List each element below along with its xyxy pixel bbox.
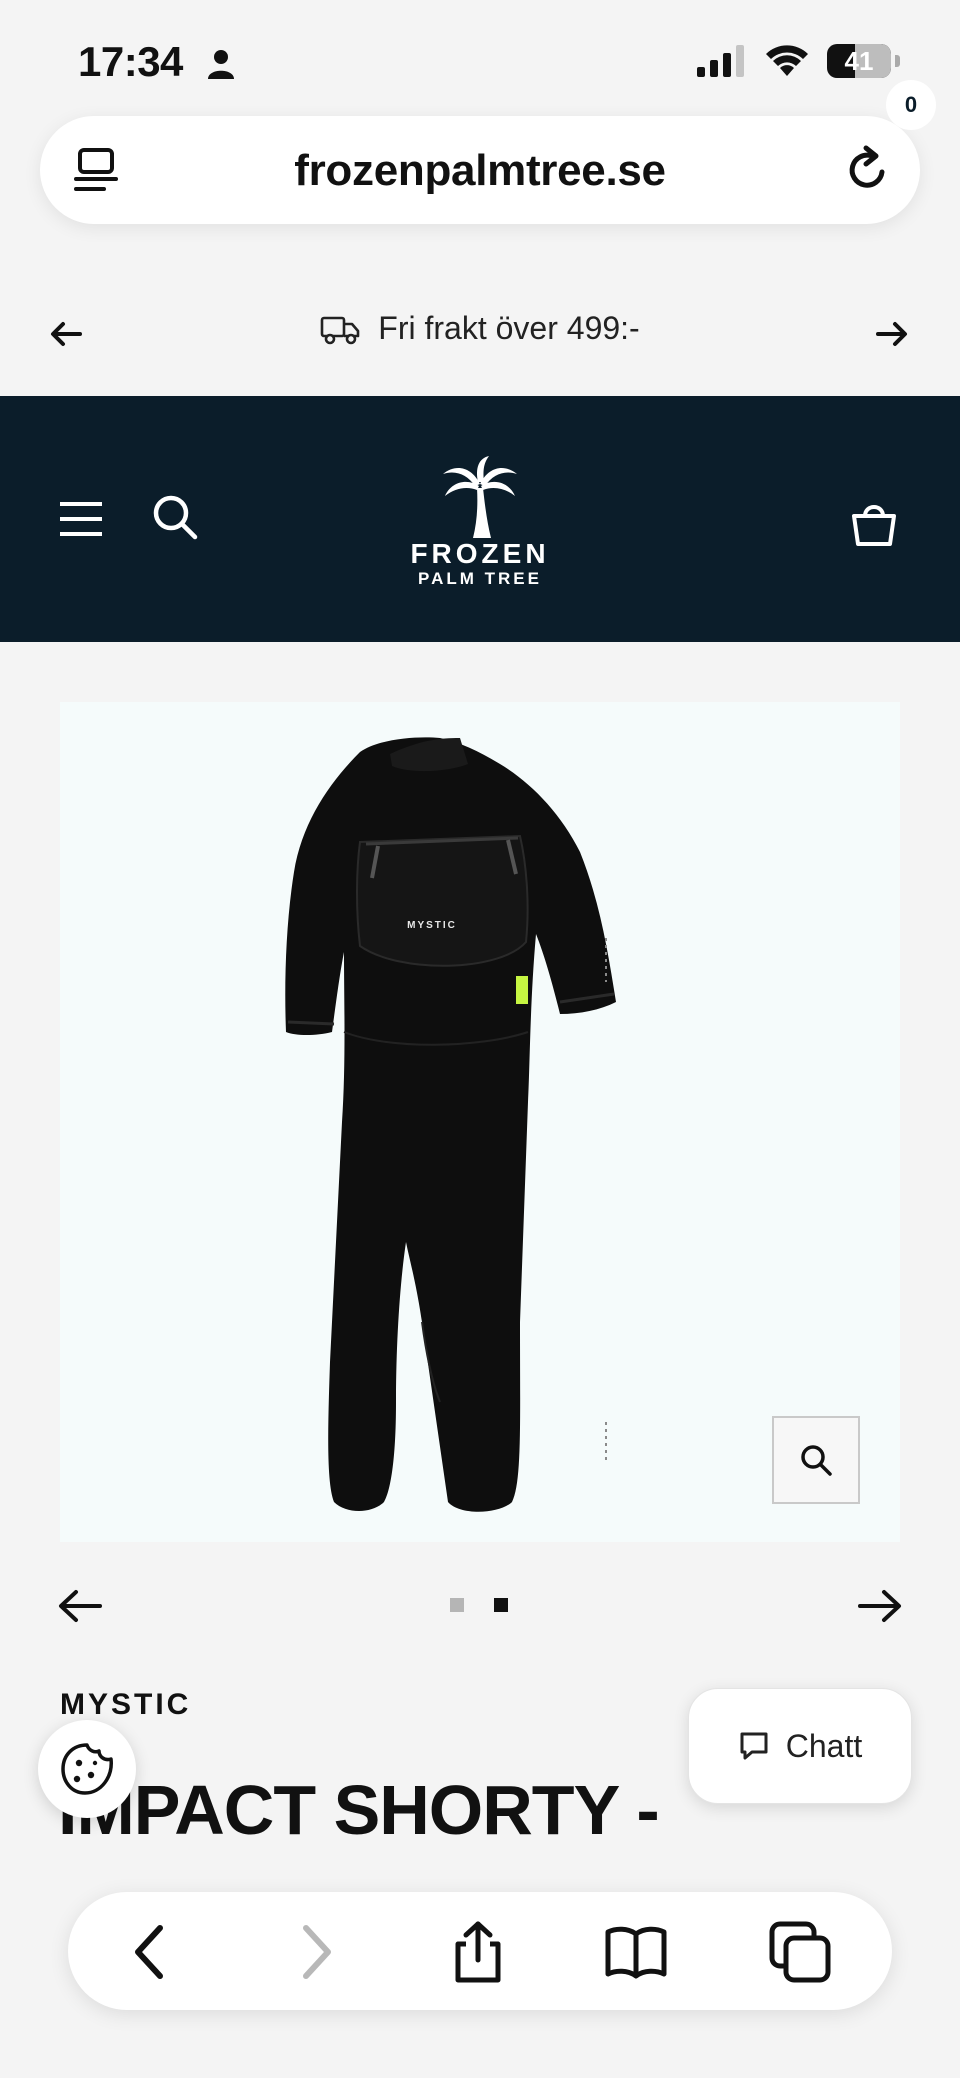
back-icon[interactable] bbox=[120, 1920, 184, 1984]
reload-icon[interactable] bbox=[842, 144, 894, 196]
battery-indicator: 41 bbox=[827, 44, 891, 78]
cart-icon[interactable] bbox=[848, 496, 900, 548]
gallery-prev-button[interactable] bbox=[56, 1586, 104, 1626]
site-logo[interactable]: FROZEN PALM TREE bbox=[380, 456, 580, 588]
gallery-next-button[interactable] bbox=[856, 1586, 904, 1626]
gallery-dot-active[interactable] bbox=[494, 1598, 508, 1612]
chat-button[interactable]: Chatt bbox=[688, 1688, 912, 1804]
gallery-dots bbox=[450, 1598, 508, 1612]
announcement-text: Fri frakt över 499:- bbox=[378, 310, 640, 346]
gallery-dot[interactable] bbox=[450, 1598, 464, 1612]
cookie-settings-button[interactable] bbox=[38, 1720, 136, 1818]
wetsuit-brand-print: MYSTIC bbox=[407, 920, 457, 931]
chat-label: Chatt bbox=[785, 1727, 863, 1764]
status-time: 17:34 bbox=[78, 38, 183, 85]
battery-tip bbox=[895, 55, 900, 67]
wifi-icon bbox=[766, 45, 808, 76]
signal-icon bbox=[697, 45, 744, 77]
share-icon[interactable] bbox=[446, 1920, 510, 1984]
logo-text-line1: FROZEN bbox=[410, 538, 550, 569]
bookmarks-icon[interactable] bbox=[604, 1920, 668, 1984]
url-text[interactable]: frozenpalmtree.se bbox=[40, 146, 920, 196]
forward-icon[interactable] bbox=[282, 1920, 346, 1984]
site-header: FROZEN PALM TREE bbox=[0, 396, 960, 642]
announcement-next-button[interactable] bbox=[874, 316, 910, 352]
product-title: IMPACT SHORTY - bbox=[58, 1771, 660, 1849]
truck-icon bbox=[320, 316, 360, 344]
cookie-icon bbox=[61, 1743, 113, 1795]
address-bar[interactable]: frozenpalmtree.se bbox=[40, 116, 920, 224]
zoom-button[interactable] bbox=[772, 1416, 860, 1504]
announcement-bar: Fri frakt över 499:- bbox=[0, 270, 960, 394]
tabs-icon[interactable] bbox=[768, 1920, 832, 1984]
logo-text-line2: PALM TREE bbox=[418, 569, 542, 588]
battery-level: 41 bbox=[844, 45, 874, 76]
browser-toolbar bbox=[68, 1892, 892, 2010]
chat-bubble-icon bbox=[740, 1732, 768, 1760]
menu-icon[interactable] bbox=[58, 500, 104, 538]
palm-tree-logo-icon bbox=[443, 456, 517, 538]
status-indicators: 41 bbox=[697, 44, 900, 78]
person-icon bbox=[208, 50, 234, 79]
search-icon[interactable] bbox=[150, 492, 200, 542]
product-brand[interactable]: MYSTIC bbox=[60, 1688, 191, 1722]
zoom-search-icon bbox=[801, 1445, 832, 1476]
cart-count-badge[interactable]: 0 bbox=[886, 80, 936, 130]
status-bar: 17:34 41 bbox=[0, 0, 960, 120]
announcement-content: Fri frakt över 499:- bbox=[0, 310, 960, 347]
